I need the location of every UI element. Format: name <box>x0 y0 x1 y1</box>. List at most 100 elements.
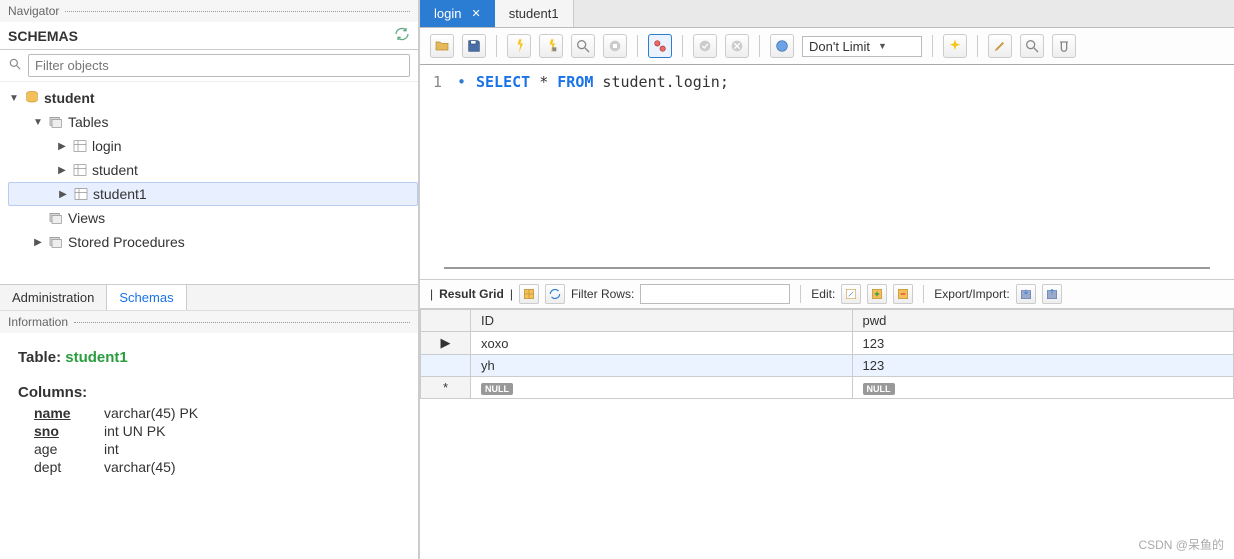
save-icon[interactable] <box>462 34 486 58</box>
stop-icon[interactable] <box>603 34 627 58</box>
editor-tabs: login ✕ student1 <box>420 0 1234 28</box>
cell[interactable]: yh <box>471 355 853 377</box>
information-header: Information <box>0 310 418 333</box>
brush-icon[interactable] <box>988 34 1012 58</box>
sql-keyword: FROM <box>557 73 593 91</box>
cell[interactable]: NULL <box>852 377 1234 399</box>
db-node-student[interactable]: ▼ student <box>8 86 418 110</box>
cell[interactable]: NULL <box>471 377 853 399</box>
column-header[interactable]: pwd <box>852 310 1234 332</box>
new-row-icon: * <box>421 377 471 399</box>
tables-icon <box>48 114 64 130</box>
sp-label: Stored Procedures <box>68 234 185 250</box>
views-node[interactable]: ▶ Views <box>8 206 418 230</box>
schemas-bar: SCHEMAS <box>0 22 418 50</box>
db-label: student <box>44 90 95 106</box>
views-label: Views <box>68 210 105 226</box>
col-type: int UN PK <box>104 423 400 439</box>
row-pointer-icon: ▶ <box>421 332 471 355</box>
insert-row-icon[interactable] <box>867 284 887 304</box>
filter-rows-label: Filter Rows: <box>571 287 634 301</box>
execute-current-icon[interactable] <box>539 34 563 58</box>
delete-row-icon[interactable] <box>893 284 913 304</box>
sql-toolbar: Don't Limit ▼ <box>420 28 1234 65</box>
cell[interactable]: 123 <box>852 355 1234 377</box>
columns-grid: name varchar(45) PK sno int UN PK age in… <box>34 405 400 475</box>
chevron-down-icon: ▼ <box>878 41 887 51</box>
explain-icon[interactable] <box>571 34 595 58</box>
export-import-label: Export/Import: <box>934 287 1009 301</box>
result-grid-table[interactable]: ID pwd ▶ xoxo 123 yh 123 * NULL NULL <box>420 309 1234 399</box>
invisible-chars-icon[interactable] <box>1052 34 1076 58</box>
cell[interactable]: xoxo <box>471 332 853 355</box>
tab-schemas[interactable]: Schemas <box>107 285 186 310</box>
col-name: name <box>34 405 104 421</box>
table-icon <box>72 162 88 178</box>
tab-label: login <box>434 6 461 21</box>
information-body: Table: student1 Columns: name varchar(45… <box>0 333 418 559</box>
filter-rows-input[interactable] <box>640 284 790 304</box>
commit-icon[interactable] <box>693 34 717 58</box>
breakpoint-dot-icon: • <box>448 73 466 91</box>
splitter-handle[interactable] <box>444 267 1210 269</box>
edit-row-icon[interactable] <box>841 284 861 304</box>
execute-icon[interactable] <box>507 34 531 58</box>
filter-objects-input[interactable] <box>28 54 410 77</box>
table-row[interactable]: yh 123 <box>421 355 1234 377</box>
close-icon[interactable]: ✕ <box>471 7 480 20</box>
sql-editor[interactable]: 1 • SELECT * FROM student.login; <box>420 65 1234 265</box>
sql-text: * <box>530 73 557 91</box>
rollback-icon[interactable] <box>725 34 749 58</box>
row-header <box>421 355 471 377</box>
limit-settings-icon[interactable] <box>770 34 794 58</box>
tab-label: student1 <box>509 6 559 21</box>
search-icon <box>8 57 22 74</box>
import-icon[interactable] <box>1042 284 1062 304</box>
col-type: varchar(45) <box>104 459 400 475</box>
tab-administration[interactable]: Administration <box>0 285 107 310</box>
schema-tree: ▼ student ▼ Tables ▶ login <box>0 82 418 284</box>
editor-tab-student1[interactable]: student1 <box>495 0 574 27</box>
column-header[interactable]: ID <box>471 310 853 332</box>
col-type: int <box>104 441 400 457</box>
table-label: login <box>92 138 122 154</box>
table-label: student1 <box>93 186 147 202</box>
null-pill: NULL <box>481 383 513 395</box>
stored-procedures-icon <box>48 234 64 250</box>
table-row[interactable]: ▶ xoxo 123 <box>421 332 1234 355</box>
navigator-title: Navigator <box>8 4 59 18</box>
stored-procedures-node[interactable]: ▶ Stored Procedures <box>8 230 418 254</box>
views-icon <box>48 210 64 226</box>
navigator-bottom-tabs: Administration Schemas <box>0 284 418 310</box>
table-icon <box>73 186 89 202</box>
watermark: CSDN @呆鱼的 <box>1138 536 1224 553</box>
edit-label: Edit: <box>811 287 835 301</box>
sql-text: student.login; <box>593 73 728 91</box>
refresh-icon[interactable] <box>394 26 410 45</box>
information-title: Information <box>8 315 68 329</box>
editor-tab-login[interactable]: login ✕ <box>420 0 495 27</box>
table-node-student[interactable]: ▶ student <box>8 158 418 182</box>
table-label: student <box>92 162 138 178</box>
limit-dropdown[interactable]: Don't Limit ▼ <box>802 36 922 57</box>
find-icon[interactable] <box>1020 34 1044 58</box>
table-node-login[interactable]: ▶ login <box>8 134 418 158</box>
col-name: age <box>34 441 104 457</box>
grid-view-icon[interactable] <box>519 284 539 304</box>
schemas-label: SCHEMAS <box>8 28 394 44</box>
beautify-icon[interactable] <box>943 34 967 58</box>
toggle-autocommit-icon[interactable] <box>648 34 672 58</box>
cell[interactable]: 123 <box>852 332 1234 355</box>
table-node-student1[interactable]: ▶ student1 <box>8 182 418 206</box>
tables-node[interactable]: ▼ Tables <box>8 110 418 134</box>
vertical-bar-icon: | <box>510 287 513 301</box>
refresh-icon[interactable] <box>545 284 565 304</box>
new-row[interactable]: * NULL NULL <box>421 377 1234 399</box>
result-toolbar: | Result Grid | Filter Rows: Edit: Expor… <box>420 279 1234 309</box>
line-number: 1 <box>433 73 442 91</box>
open-file-icon[interactable] <box>430 34 454 58</box>
limit-label: Don't Limit <box>809 39 870 54</box>
export-icon[interactable] <box>1016 284 1036 304</box>
columns-header: Columns: <box>18 384 400 401</box>
table-label: Table: <box>18 349 61 366</box>
